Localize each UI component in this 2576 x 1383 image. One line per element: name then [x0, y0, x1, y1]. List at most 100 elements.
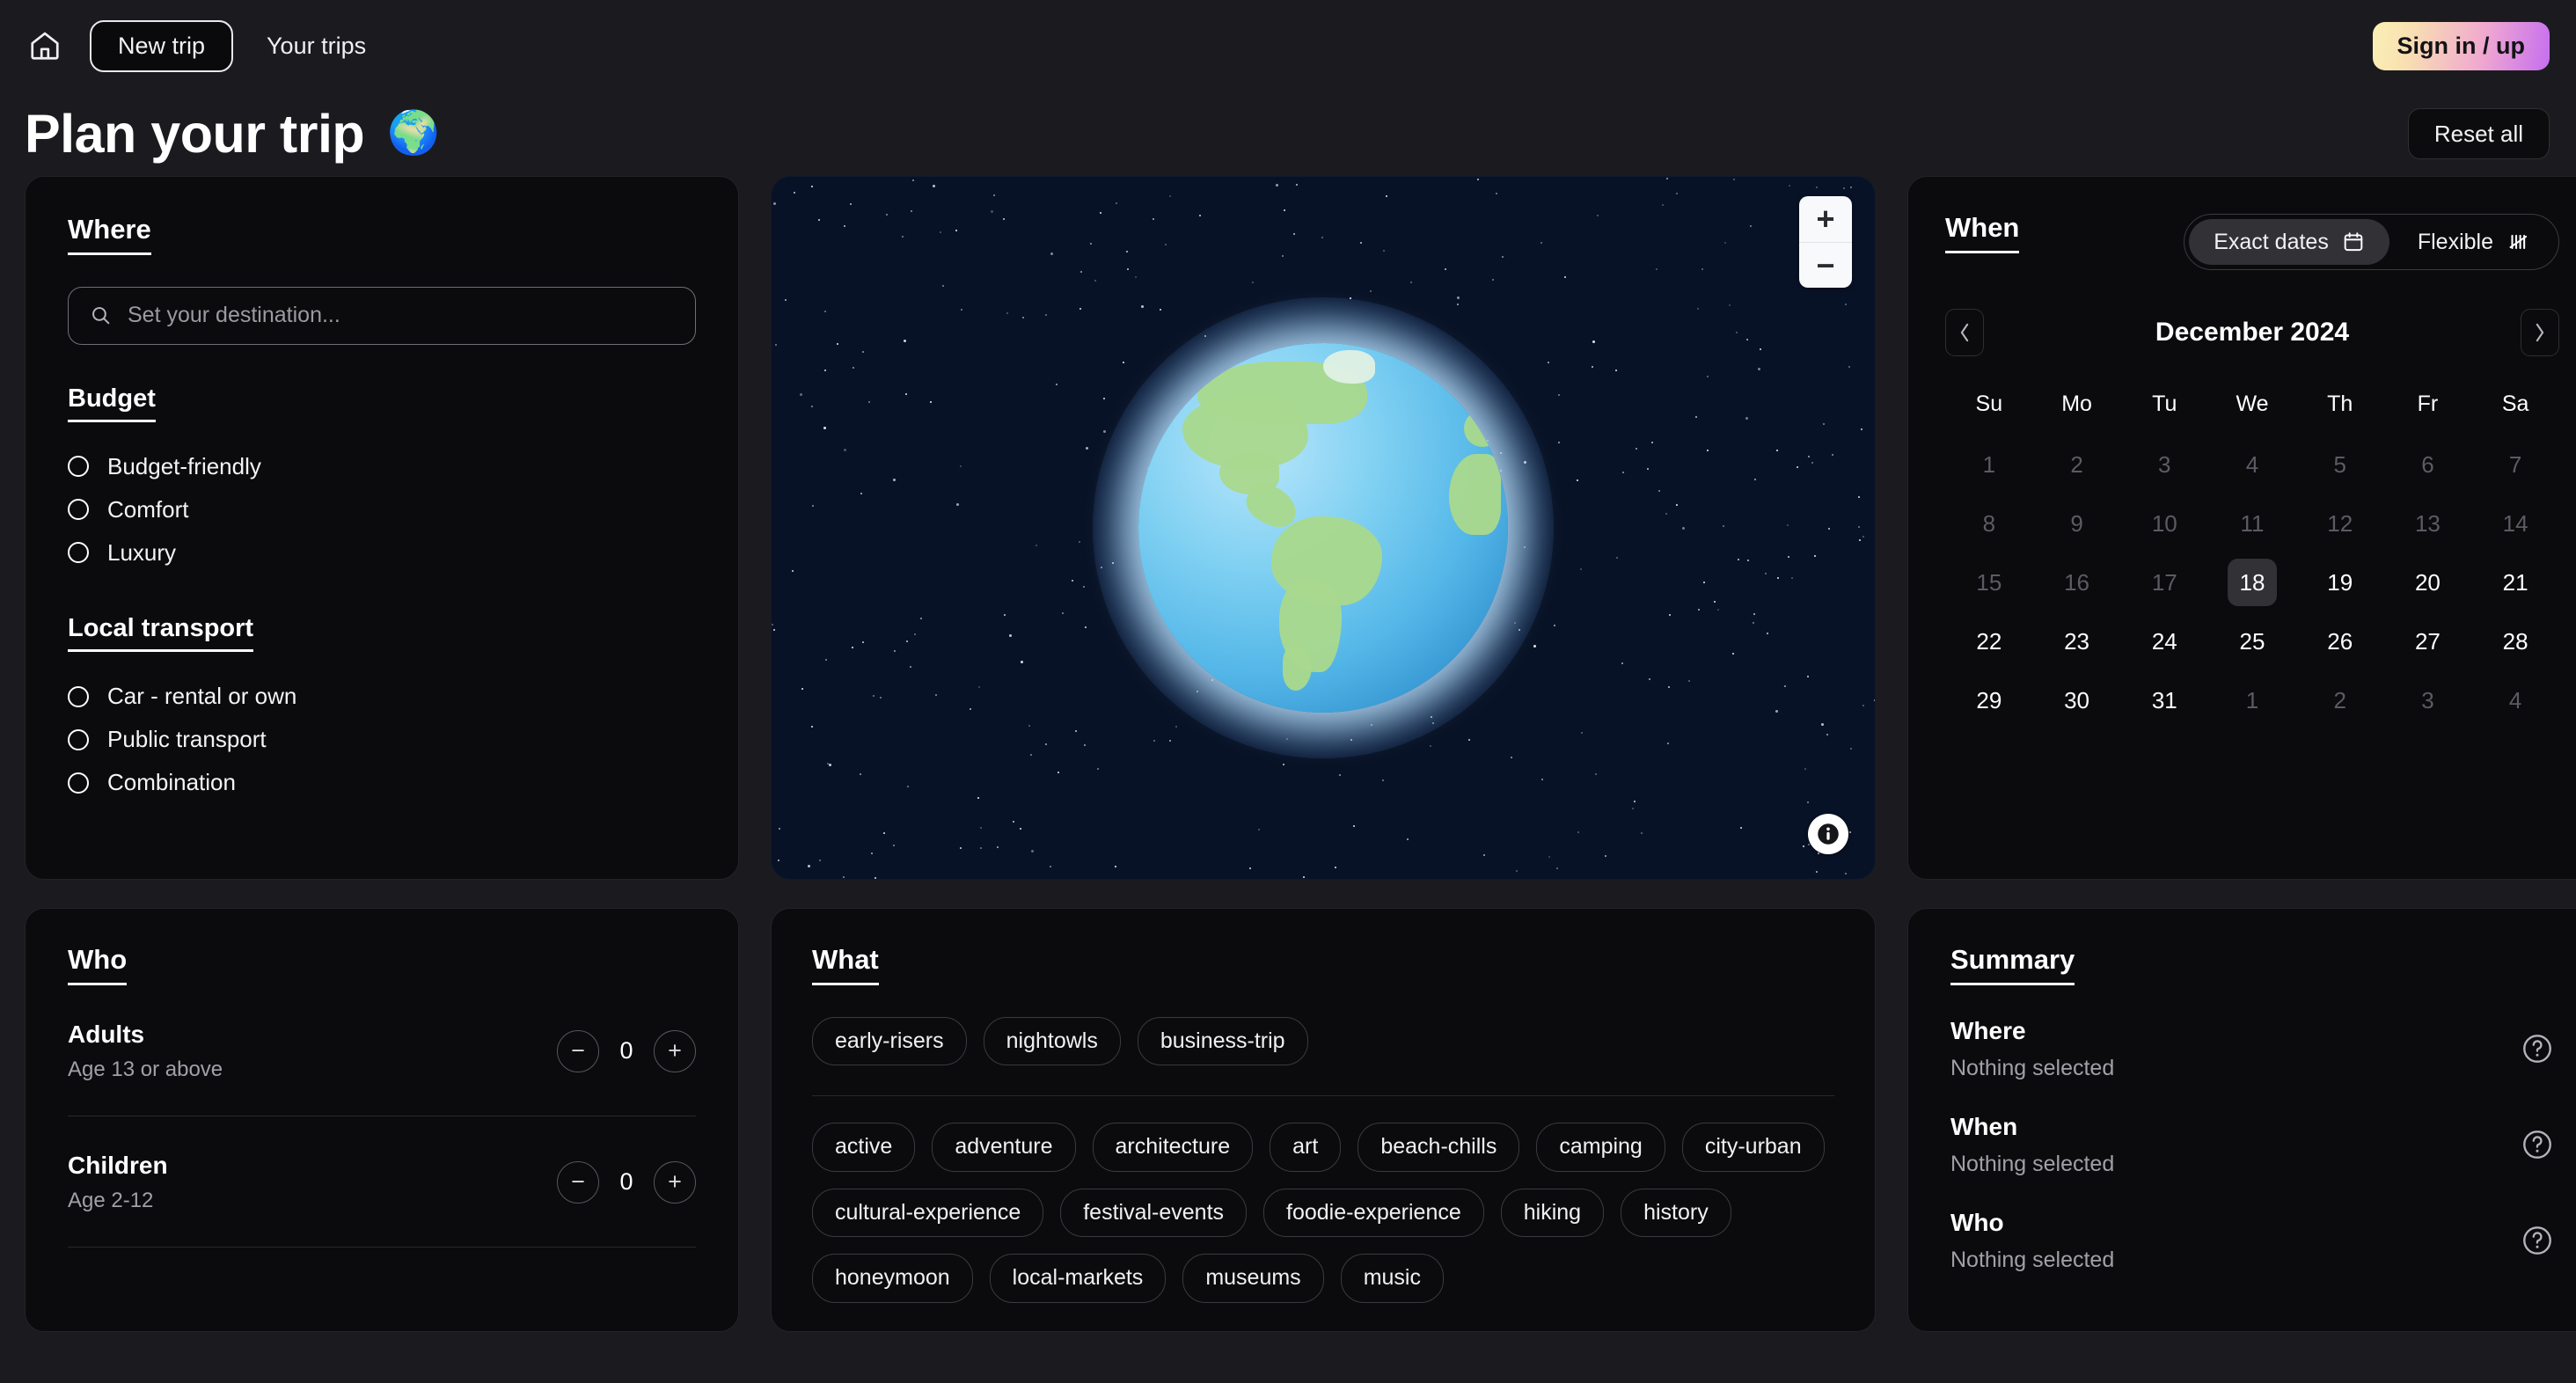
interest-tag[interactable]: art: [1270, 1123, 1341, 1172]
star: [1848, 366, 1850, 368]
star: [1738, 559, 1739, 560]
transport-option-combination[interactable]: Combination: [68, 761, 696, 804]
interest-tag[interactable]: architecture: [1093, 1123, 1254, 1172]
star: [1823, 423, 1825, 425]
star: [1021, 661, 1023, 663]
summary-where-help-button[interactable]: [2521, 1032, 2554, 1065]
star: [773, 629, 775, 631]
sign-in-up-button[interactable]: Sign in / up: [2373, 22, 2550, 70]
calendar-day-cell[interactable]: 21: [2471, 555, 2559, 610]
interest-tag[interactable]: local-markets: [990, 1254, 1167, 1303]
calendar-prev-month-button[interactable]: [1945, 309, 1984, 356]
calendar-day-cell[interactable]: 19: [2296, 555, 2384, 610]
calendar-day-number: 15: [1965, 559, 2014, 606]
calendar-day-number: 19: [2316, 559, 2365, 606]
star: [844, 225, 845, 227]
calendar-day-cell[interactable]: 22: [1945, 614, 2033, 669]
star: [1621, 662, 1623, 664]
star: [1353, 825, 1355, 827]
map-info-button[interactable]: [1808, 814, 1848, 854]
star: [1592, 366, 1593, 368]
map-zoom-out-button[interactable]: −: [1799, 242, 1852, 288]
calendar-day-cell[interactable]: 24: [2120, 614, 2208, 669]
star: [1511, 757, 1512, 758]
children-decrement-button[interactable]: −: [557, 1161, 599, 1204]
star: [1811, 462, 1813, 464]
interest-tag[interactable]: hiking: [1501, 1189, 1604, 1238]
interest-tag[interactable]: beach-chills: [1358, 1123, 1519, 1172]
interest-tag[interactable]: history: [1621, 1189, 1731, 1238]
star: [1707, 376, 1709, 377]
interest-tag[interactable]: museums: [1182, 1254, 1323, 1303]
map-zoom-in-button[interactable]: +: [1799, 196, 1852, 242]
budget-option-budget-friendly[interactable]: Budget-friendly: [68, 445, 696, 488]
star: [1090, 243, 1092, 245]
calendar-day-number: 29: [1965, 677, 2014, 724]
interest-tag[interactable]: foodie-experience: [1263, 1189, 1484, 1238]
calendar-day-cell[interactable]: 29: [1945, 673, 2033, 728]
star: [1556, 867, 1558, 869]
summary-who-help-button[interactable]: [2521, 1224, 2554, 1257]
interest-tag[interactable]: festival-events: [1060, 1189, 1247, 1238]
calendar-day-cell[interactable]: 26: [2296, 614, 2384, 669]
star: [1100, 212, 1101, 214]
star: [1597, 215, 1599, 216]
calendar-day-cell[interactable]: 25: [2208, 614, 2296, 669]
star: [1656, 268, 1658, 270]
star: [1723, 525, 1724, 527]
calendar-day-cell: 12: [2296, 496, 2384, 551]
globe-graphic: [1138, 343, 1508, 713]
star: [1386, 195, 1387, 197]
calendar-day-cell[interactable]: 28: [2471, 614, 2559, 669]
star: [1760, 348, 1761, 350]
children-age-range: Age 2-12: [68, 1189, 168, 1213]
who-divider: [68, 1247, 696, 1248]
transport-option-public[interactable]: Public transport: [68, 718, 696, 761]
interest-tag[interactable]: active: [812, 1123, 915, 1172]
calendar-day-cell: 10: [2120, 496, 2208, 551]
primary-tag[interactable]: business-trip: [1138, 1017, 1308, 1066]
calendar-day-cell[interactable]: 20: [2384, 555, 2472, 610]
star: [775, 344, 777, 346]
children-increment-button[interactable]: +: [654, 1161, 696, 1204]
star: [1135, 276, 1137, 278]
star: [1457, 304, 1459, 305]
globe-map-panel[interactable]: + −: [771, 176, 1876, 880]
your-trips-link[interactable]: Your trips: [267, 33, 366, 60]
children-count-value: 0: [599, 1168, 654, 1196]
calendar-day-cell[interactable]: 23: [2033, 614, 2121, 669]
adults-decrement-button[interactable]: −: [557, 1030, 599, 1072]
calendar-day-cell[interactable]: 27: [2384, 614, 2472, 669]
tab-exact-dates[interactable]: Exact dates: [2189, 219, 2389, 265]
summary-when-label: When: [1950, 1113, 2114, 1141]
interest-tag[interactable]: camping: [1536, 1123, 1665, 1172]
transport-option-car[interactable]: Car - rental or own: [68, 675, 696, 718]
interest-tag[interactable]: cultural-experience: [812, 1189, 1043, 1238]
calendar-day-cell[interactable]: 30: [2033, 673, 2121, 728]
interest-tag[interactable]: honeymoon: [812, 1254, 973, 1303]
summary-where-value: Nothing selected: [1950, 1056, 2114, 1081]
home-icon[interactable]: [25, 26, 65, 66]
calendar-next-month-button[interactable]: [2521, 309, 2559, 356]
calendar-day-cell[interactable]: 18: [2208, 555, 2296, 610]
new-trip-button[interactable]: New trip: [90, 20, 233, 72]
interest-tag[interactable]: city-urban: [1682, 1123, 1825, 1172]
summary-when-help-button[interactable]: [2521, 1128, 2554, 1161]
destination-search-input[interactable]: [128, 303, 674, 328]
tab-flexible[interactable]: Flexible: [2393, 219, 2554, 265]
primary-tag[interactable]: nightowls: [984, 1017, 1121, 1066]
reset-all-button[interactable]: Reset all: [2408, 108, 2550, 159]
interest-tag[interactable]: music: [1341, 1254, 1444, 1303]
star: [1284, 879, 1285, 880]
interest-tag[interactable]: adventure: [932, 1123, 1075, 1172]
calendar-day-cell[interactable]: 31: [2120, 673, 2208, 728]
star: [1558, 442, 1560, 443]
star: [960, 465, 962, 467]
panels-row-bottom: Who Adults Age 13 or above − 0 + Childre…: [0, 908, 2576, 1332]
star: [1698, 609, 1700, 611]
primary-tag[interactable]: early-risers: [812, 1017, 967, 1066]
budget-option-comfort[interactable]: Comfort: [68, 488, 696, 531]
destination-search-box[interactable]: [68, 287, 696, 345]
adults-increment-button[interactable]: +: [654, 1030, 696, 1072]
budget-option-luxury[interactable]: Luxury: [68, 531, 696, 574]
